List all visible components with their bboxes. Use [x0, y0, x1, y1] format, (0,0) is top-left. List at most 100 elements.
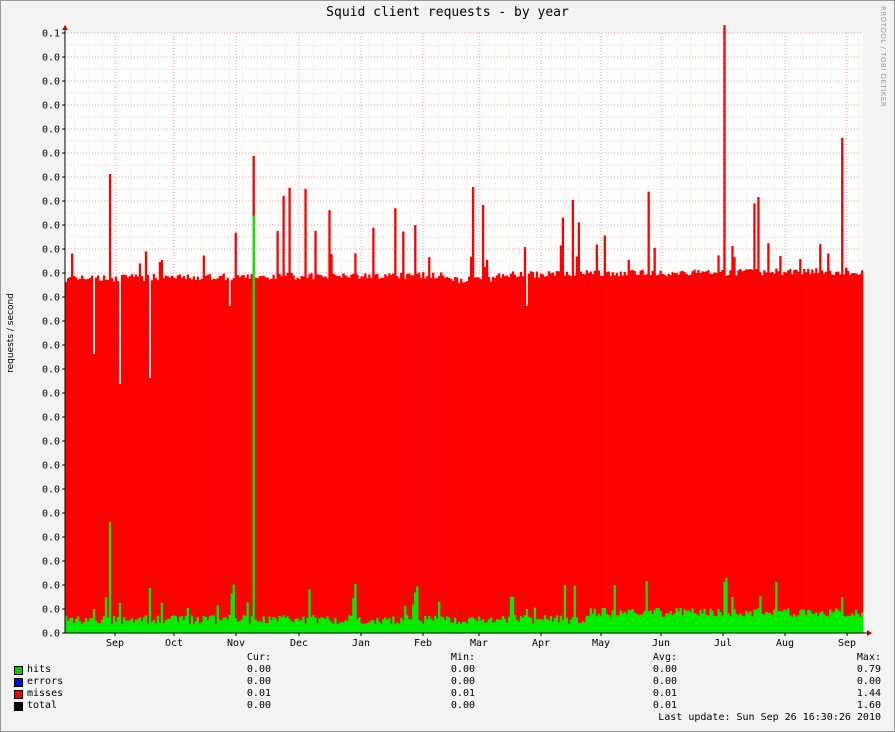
hits-bar	[162, 623, 166, 633]
misses-bar	[214, 279, 217, 633]
misses-bar	[326, 278, 329, 633]
misses-bar	[88, 277, 92, 633]
hits-bar	[202, 615, 205, 633]
y-tick-label: 0.0	[42, 557, 60, 568]
hits-bar	[260, 622, 263, 633]
hits-bar	[232, 584, 235, 633]
x-tick-label: Dec	[290, 638, 308, 649]
misses-bar	[146, 274, 150, 633]
hits-bar	[659, 611, 662, 633]
misses-bar	[773, 273, 776, 633]
hits-bar	[791, 616, 794, 633]
misses-bar	[601, 275, 604, 633]
misses-bar	[751, 269, 754, 633]
misses-bar	[302, 276, 305, 633]
hits-bar	[837, 609, 840, 633]
misses-bar	[172, 277, 176, 633]
misses-bar	[659, 270, 662, 633]
misses-bar	[671, 272, 674, 633]
misses-bar	[162, 278, 166, 633]
misses-bar	[66, 278, 70, 633]
hits-bar	[683, 609, 686, 633]
legend-label-errors: errors	[27, 676, 64, 687]
hits-bar	[80, 623, 84, 633]
misses-bar	[438, 276, 441, 633]
hits-bar	[513, 615, 517, 633]
legend-header-max: Max:	[856, 652, 881, 663]
hits-bar	[156, 615, 160, 633]
misses-bar	[709, 273, 712, 633]
misses-bar	[296, 277, 299, 633]
misses-bar	[467, 276, 471, 633]
hits-bar	[208, 616, 211, 633]
hits-bar	[629, 610, 632, 633]
misses-bar	[471, 187, 475, 633]
hits-bar	[258, 621, 261, 633]
x-tick-label: Sep	[838, 638, 856, 649]
hits-bar	[370, 620, 373, 633]
misses-bar	[84, 279, 88, 633]
misses-bar	[70, 253, 74, 634]
misses-bar	[396, 276, 399, 633]
y-tick-label: 0.0	[42, 245, 60, 256]
hits-bar	[771, 615, 774, 633]
misses-bar	[609, 275, 612, 633]
misses-bar	[727, 274, 730, 633]
misses-bar	[507, 277, 511, 633]
hits-bar	[747, 613, 750, 633]
misses-bar	[757, 197, 760, 633]
misses-bar	[827, 253, 830, 634]
hits-bar	[264, 622, 267, 633]
hits-bar	[623, 611, 626, 633]
misses-bar	[328, 210, 331, 633]
hits-bar	[501, 616, 505, 633]
misses-bar	[310, 273, 313, 633]
misses-bar	[158, 262, 162, 633]
hits-bar	[735, 613, 738, 633]
misses-bar	[124, 275, 128, 633]
hits-bar	[406, 615, 409, 633]
misses-bar	[78, 278, 82, 633]
misses-bar	[651, 270, 654, 633]
hits-bar	[96, 623, 100, 633]
legend-max-errors: 0.00	[856, 676, 881, 687]
misses-bar	[250, 274, 253, 633]
hits-bar	[418, 620, 421, 633]
hits-bar	[272, 616, 275, 633]
hits-bar	[286, 616, 289, 633]
misses-bar	[114, 276, 118, 633]
misses-bar	[408, 273, 411, 633]
misses-bar	[741, 271, 744, 633]
misses-bar	[749, 269, 752, 633]
misses-bar	[446, 276, 449, 633]
misses-bar	[831, 274, 834, 633]
misses-bar	[180, 277, 184, 633]
misses-bar	[497, 273, 501, 633]
misses-bar	[354, 253, 357, 633]
misses-bar	[503, 276, 507, 633]
hits-bar	[543, 615, 547, 633]
misses-bar	[487, 276, 491, 633]
hits-bar	[86, 621, 90, 633]
hits-bar	[829, 609, 832, 633]
misses-bar	[517, 276, 521, 633]
misses-bar	[583, 274, 586, 633]
hits-bar	[605, 613, 608, 633]
misses-bar	[483, 266, 487, 633]
misses-bar	[192, 276, 195, 633]
hits-bar	[603, 608, 606, 633]
hits-bar	[713, 616, 716, 633]
misses-bar	[485, 259, 489, 633]
misses-bar	[352, 273, 355, 633]
misses-bar	[673, 273, 676, 633]
hits-bar	[591, 613, 594, 633]
misses-bar	[697, 270, 700, 633]
hits-bar	[222, 617, 225, 633]
hits-bar	[505, 622, 509, 633]
hits-bar	[813, 614, 816, 633]
misses-bar	[569, 276, 573, 633]
hits-bar	[120, 623, 124, 633]
hits-bar	[857, 613, 860, 633]
hits-bar	[531, 623, 535, 633]
hits-bar	[689, 611, 692, 633]
